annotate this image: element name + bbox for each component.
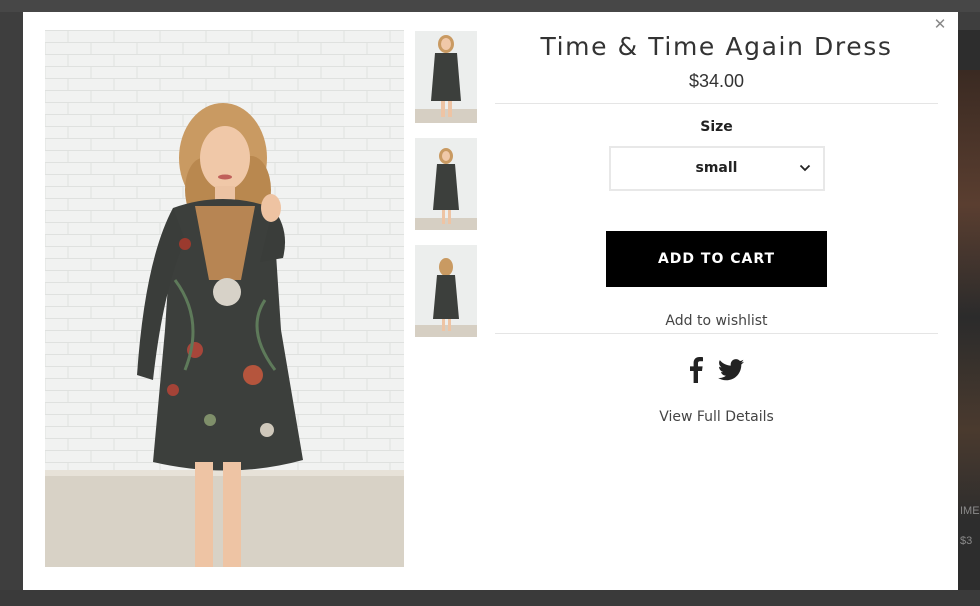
size-label: Size [700, 119, 733, 135]
facebook-icon[interactable] [689, 356, 703, 387]
size-select[interactable]: small [608, 146, 825, 191]
divider [495, 103, 938, 104]
add-to-cart-button[interactable]: ADD TO CART [606, 231, 827, 287]
product-info-panel: Time & Time Again Dress $34.00 Size smal… [495, 30, 938, 426]
thumbnail-3[interactable] [415, 245, 477, 337]
thumbnail-2[interactable] [415, 138, 477, 230]
chevron-down-icon [799, 164, 810, 172]
background-product-image [958, 70, 980, 520]
main-product-image [45, 30, 404, 567]
quick-view-modal: ✕ Time & Time Again Dress $34.00 Size sm… [23, 12, 958, 590]
background-product-price: $3 [960, 535, 973, 547]
add-to-wishlist-link[interactable]: Add to wishlist [495, 312, 938, 330]
twitter-icon[interactable] [718, 358, 745, 385]
background-product-title: IME [960, 505, 980, 517]
background-page-bottom [0, 590, 980, 606]
background-page-header [0, 0, 980, 12]
thumbnail-1[interactable] [415, 31, 477, 123]
social-share [495, 356, 938, 386]
product-price: $34.00 [688, 71, 745, 91]
divider [495, 333, 938, 334]
product-title: Time & Time Again Dress [540, 32, 893, 61]
thumbnail-gallery [415, 31, 477, 352]
background-product-card: IME $3 [958, 30, 980, 590]
view-full-details-link[interactable]: View Full Details [495, 408, 938, 426]
size-select-value: small [695, 160, 738, 176]
